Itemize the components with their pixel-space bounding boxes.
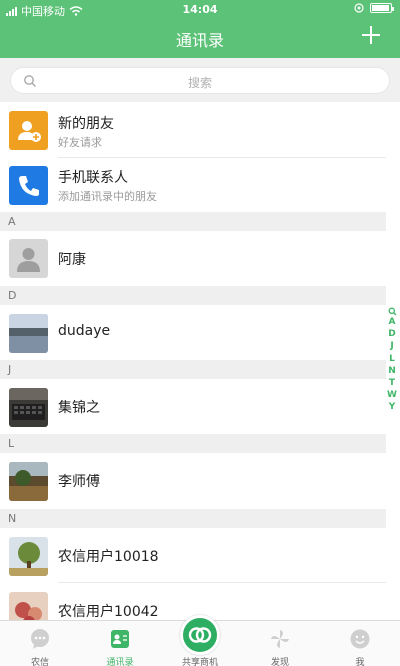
section-header-n: N [0,509,386,528]
avatar-photo-field [9,462,48,501]
tab-nongxin[interactable]: 农信 [0,621,80,666]
avatar-photo-tree [9,537,48,576]
status-bar: 中国移动 14:04 [0,0,400,18]
tab-label: 共享商机 [181,658,218,666]
contacts-icon [111,630,129,648]
tab-label: 农信 [30,658,49,666]
index-letter[interactable]: W [386,389,398,401]
contact-name: 李师傅 [58,474,100,490]
contact-row-lishifu[interactable]: 李师傅 [0,453,400,509]
phone-contacts-label: 手机联系人 [58,170,128,186]
status-time: 14:04 [182,3,218,16]
index-letter[interactable]: L [386,353,398,365]
status-right [354,3,394,13]
battery-icon [370,3,394,13]
tab-me[interactable]: 我 [320,621,400,666]
tab-share-opportunity[interactable]: 共享商机 [160,615,240,666]
index-letter[interactable]: D [386,328,398,340]
contact-row-jijinzhi[interactable]: 集锦之 [0,379,400,434]
avatar-photo-lake [9,314,48,353]
page-title: 通讯录 [175,31,224,50]
avatar-photo-keyboard [9,388,48,427]
location-icon [354,3,364,13]
alphabet-index-bar[interactable]: A D J L N T W Y [386,306,398,414]
share-opportunity-icon [180,615,220,655]
tab-discover[interactable]: 发现 [240,621,320,666]
add-friend-icon [9,111,48,150]
tab-contacts[interactable]: 通讯录 [80,621,160,666]
new-friends-label: 新的朋友 [58,116,114,132]
default-avatar [9,239,48,278]
chat-bubble-icon [31,629,49,649]
contact-name: 阿康 [58,252,86,268]
tab-label: 我 [355,658,365,666]
search-placeholder: 搜索 [187,76,212,90]
phone-contacts-subtitle: 添加通讯录中的朋友 [58,190,157,203]
index-letter[interactable]: A [386,316,398,328]
index-letter[interactable]: N [386,365,398,377]
contact-row-dudaye[interactable]: dudaye [0,305,400,360]
phone-contacts-row[interactable]: 手机联系人 添加通讯录中的朋友 [0,158,400,212]
contact-name: 农信用户10042 [58,604,159,620]
avatar-photo-fruit [9,592,48,620]
bottom-tab-bar: 农信 通讯录 共享商机 发现 我 [0,615,400,666]
section-header-d: D [0,286,386,305]
index-letter[interactable]: T [386,377,398,389]
tab-label: 发现 [270,658,289,666]
contact-name: dudaye [58,323,111,339]
section-header-a: A [0,212,386,231]
plus-icon[interactable] [360,24,382,46]
top-bar: 中国移动 14:04 通讯录 [0,0,400,58]
phone-icon [9,166,48,205]
index-letter[interactable]: J [386,340,398,352]
pinwheel-icon [271,630,289,648]
search-input[interactable]: 搜索 [10,67,390,94]
contact-name: 农信用户10018 [58,549,159,565]
index-letter[interactable]: Y [386,401,398,413]
search-area: 搜索 [0,58,400,102]
tab-label: 通讯录 [106,658,134,666]
new-friends-subtitle: 好友请求 [58,136,102,149]
index-search-icon[interactable] [386,307,398,316]
section-header-l: L [0,434,386,453]
new-friends-row[interactable]: 新的朋友 好友请求 [0,102,400,158]
contact-row-akang[interactable]: 阿康 [0,231,400,286]
contact-name: 集锦之 [58,400,100,416]
contact-row-10018[interactable]: 农信用户10018 [0,528,400,582]
smiley-icon [350,629,370,649]
section-header-j: J [0,360,386,379]
